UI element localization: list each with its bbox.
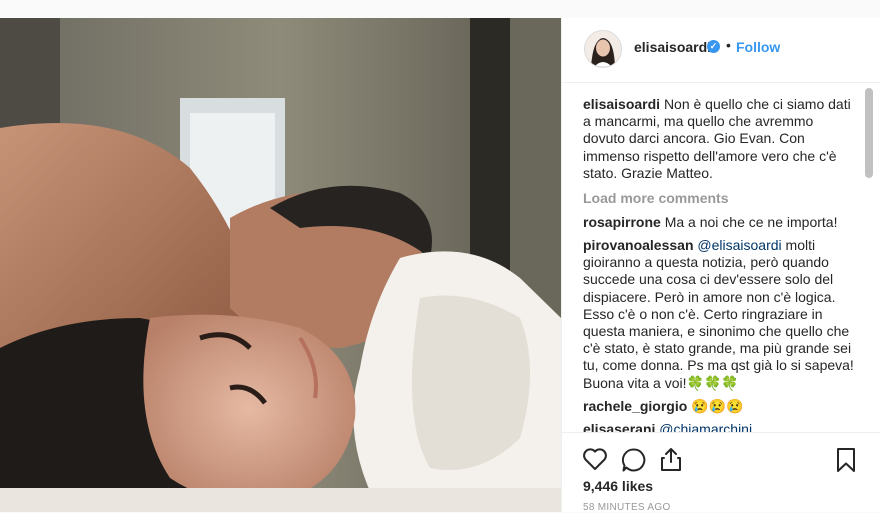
header-separator: • [726,37,731,53]
comments-list: elisaisoardi Non è quello che ci siamo d… [562,82,867,432]
load-more-comments-button[interactable]: Load more comments [583,190,728,206]
comment-mention[interactable]: @elisaisoardi [697,237,781,253]
likes-count[interactable]: 9,446 likes [583,478,653,494]
share-icon[interactable] [659,446,683,477]
comment-text: molti gioiranno a questa notizia, però q… [583,237,854,391]
avatar-image [585,31,621,67]
scrollbar-thumb[interactable] [865,88,873,178]
comment-username[interactable]: pirovanoalessan [583,237,694,253]
header-username[interactable]: elisaisoardi [634,39,711,55]
follow-button[interactable]: Follow [736,39,780,55]
photo-illustration [0,18,561,512]
bookmark-icon[interactable] [835,447,857,478]
post-photo[interactable] [0,18,561,512]
comment-username[interactable]: rachele_giorgio [583,398,687,414]
post-header: elisaisoardi ✓ • Follow [562,18,880,83]
crying-emoji: 😢😢😢 [691,398,744,414]
clover-emoji: 🍀🍀🍀 [686,374,739,391]
caption: elisaisoardi Non è quello che ci siamo d… [583,96,855,182]
comment-username[interactable]: rosapirrone [583,214,661,230]
avatar[interactable] [584,30,622,68]
comment-item: rosapirrone Ma a noi che ce ne importa! [583,214,855,231]
comment-bubble-icon[interactable] [621,447,647,478]
post-sidebar: elisaisoardi ✓ • Follow elisaisoardi Non… [561,18,880,513]
comments-scrollbar[interactable] [865,88,873,432]
caption-username[interactable]: elisaisoardi [583,96,660,112]
post-actions: 9,446 likes 58 MINUTES AGO [562,432,880,513]
heart-icon[interactable] [582,447,608,476]
comment-item: elisaserani @chiamarchini [583,421,855,432]
comment-item: rachele_giorgio 😢😢😢 [583,398,855,415]
comment-item: pirovanoalessan @elisaisoardi molti gioi… [583,237,855,392]
comment-mention[interactable]: @chiamarchini [659,421,752,432]
instagram-post: elisaisoardi ✓ • Follow elisaisoardi Non… [0,18,880,513]
comment-text: Ma a noi che ce ne importa! [664,214,838,230]
verified-badge-icon: ✓ [707,40,720,53]
post-timestamp[interactable]: 58 MINUTES AGO [583,502,671,513]
comment-username[interactable]: elisaserani [583,421,655,432]
